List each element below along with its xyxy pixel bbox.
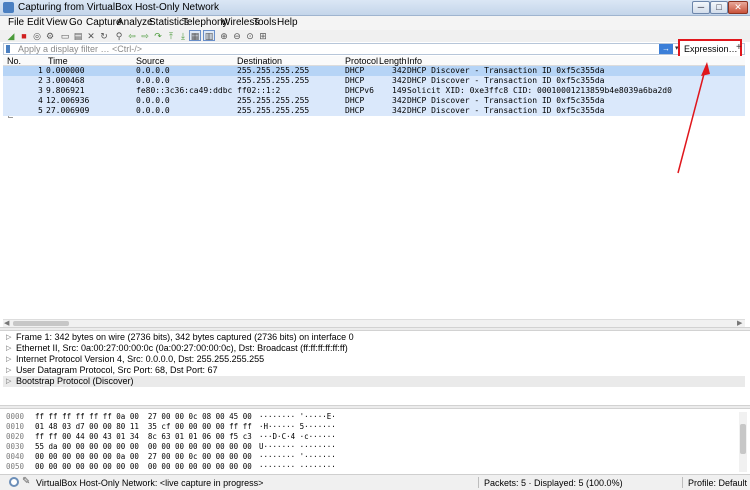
annotation-arrow-head (701, 62, 710, 76)
annotation-arrow-line (677, 69, 706, 174)
annotation-arrow (677, 62, 710, 174)
